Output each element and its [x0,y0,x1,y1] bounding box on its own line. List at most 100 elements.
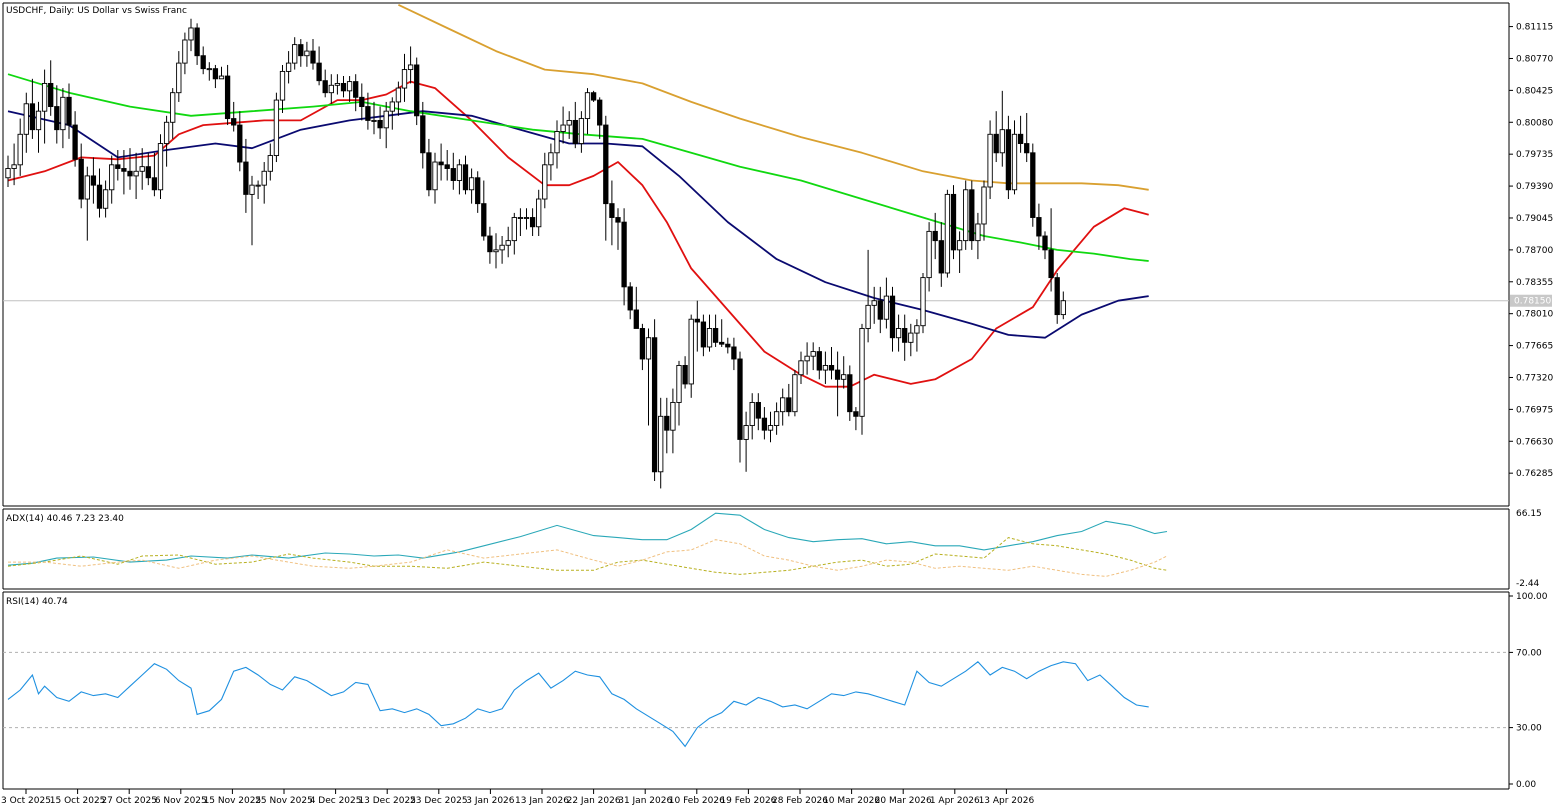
candle-body-bear [121,168,127,172]
candle [346,76,353,102]
candle-body-bear [719,341,725,345]
price-tick-label: 0.79735 [1516,150,1553,160]
candle-body-bear [633,309,639,329]
candle-body-bear [731,346,737,360]
rsi-lines [7,661,1149,748]
price-axis: 0.81115 0.80770 0.80425 0.80080 0.79735 0.793… [1509,23,1553,479]
candle-body-bull [328,84,334,94]
candle-body-bear [572,119,578,144]
candle [200,46,206,75]
candle-body-bear [786,397,792,413]
candle [267,143,273,181]
candle-body-bear [834,369,841,380]
price-tick-label: 0.81115 [1516,23,1553,33]
candle-body-bear [853,411,859,417]
candle-body-bear [938,240,944,274]
candle [5,155,11,188]
candle [383,101,389,149]
candle [1042,231,1048,260]
adx-lines [7,512,1168,577]
candle [700,314,707,357]
date-tick-label: 1 Apr 2026 [930,796,980,806]
price-tick-label: 0.77320 [1516,373,1553,383]
candle [450,152,456,190]
candle-body-bear [243,161,249,195]
candle [60,88,66,149]
candle-body-bull [920,277,926,327]
candle-body-bull [688,318,694,385]
candle-body-bull [493,249,499,253]
candle-body-bull [346,81,353,92]
candle [334,74,341,95]
candle-body-bull [908,332,914,343]
candle [102,180,109,218]
candle [938,222,944,287]
candle-body-bull [542,164,548,200]
candle-body-bull [11,164,17,169]
candle [224,64,231,126]
candle [944,189,951,278]
candle-body-bear [609,203,615,218]
candle-body-bear [889,295,896,339]
candle [407,46,414,84]
candle-body-bull [468,177,475,191]
rsi-axis: 100.00 70.00 30.00 0.00 [1509,592,1548,790]
candle-body-bear [450,168,456,181]
candle [609,180,615,246]
candle [279,64,286,114]
candle [328,74,334,104]
candle [749,393,755,440]
candle [523,208,530,230]
candle-body-bull [517,217,524,219]
candle-body-bear [993,133,999,154]
candle [487,226,493,264]
date-tick-label: 27 Oct 2025 [101,796,157,806]
candle-body-bull [963,189,969,242]
candle-body-bull [841,374,847,380]
candle-body-bull [139,166,145,172]
candle [41,69,48,144]
candle [926,222,932,292]
candle [72,111,78,167]
candle [664,397,670,454]
candle-body-bear [755,401,761,419]
candle-body-bull [285,62,292,72]
candle [255,180,261,200]
candle [322,69,328,98]
candle-body-bull [334,82,341,86]
candle [999,90,1005,167]
candle [316,46,322,86]
candle-body-bull [255,184,261,187]
candle-body-bull [645,337,652,360]
candle-body-bull [999,129,1005,154]
candle [767,411,774,443]
rsi-line [7,661,1149,748]
candle-body-bull [249,184,255,195]
candle [133,152,139,200]
candle-body-bull [810,351,816,357]
candle [109,155,115,204]
current-price-tag: 0.78150 [1510,294,1552,307]
adx-title: ADX(14) 40.46 7.23 23.40 [6,514,124,524]
candle-body-bear [603,124,609,205]
candle-body-bear [950,193,957,251]
candle [566,111,572,139]
candle-body-bull [865,304,871,329]
candle [920,272,926,334]
candle-body-bull [523,217,530,219]
candle [743,411,749,472]
rsi-levels [3,651,1509,729]
candle [548,143,554,181]
candle [481,180,487,241]
candle-body-bull [218,75,225,80]
candle [761,407,768,440]
candle-body-bear [712,328,719,343]
candle-body-bull [926,230,932,279]
candle [712,314,719,347]
date-tick-label: 25 Nov 2025 [255,796,313,806]
date-tick-label: 28 Feb 2026 [772,796,828,806]
price-tick-label: 0.80770 [1516,54,1553,64]
candle [237,111,243,172]
candle [993,111,999,163]
candle [23,92,29,153]
